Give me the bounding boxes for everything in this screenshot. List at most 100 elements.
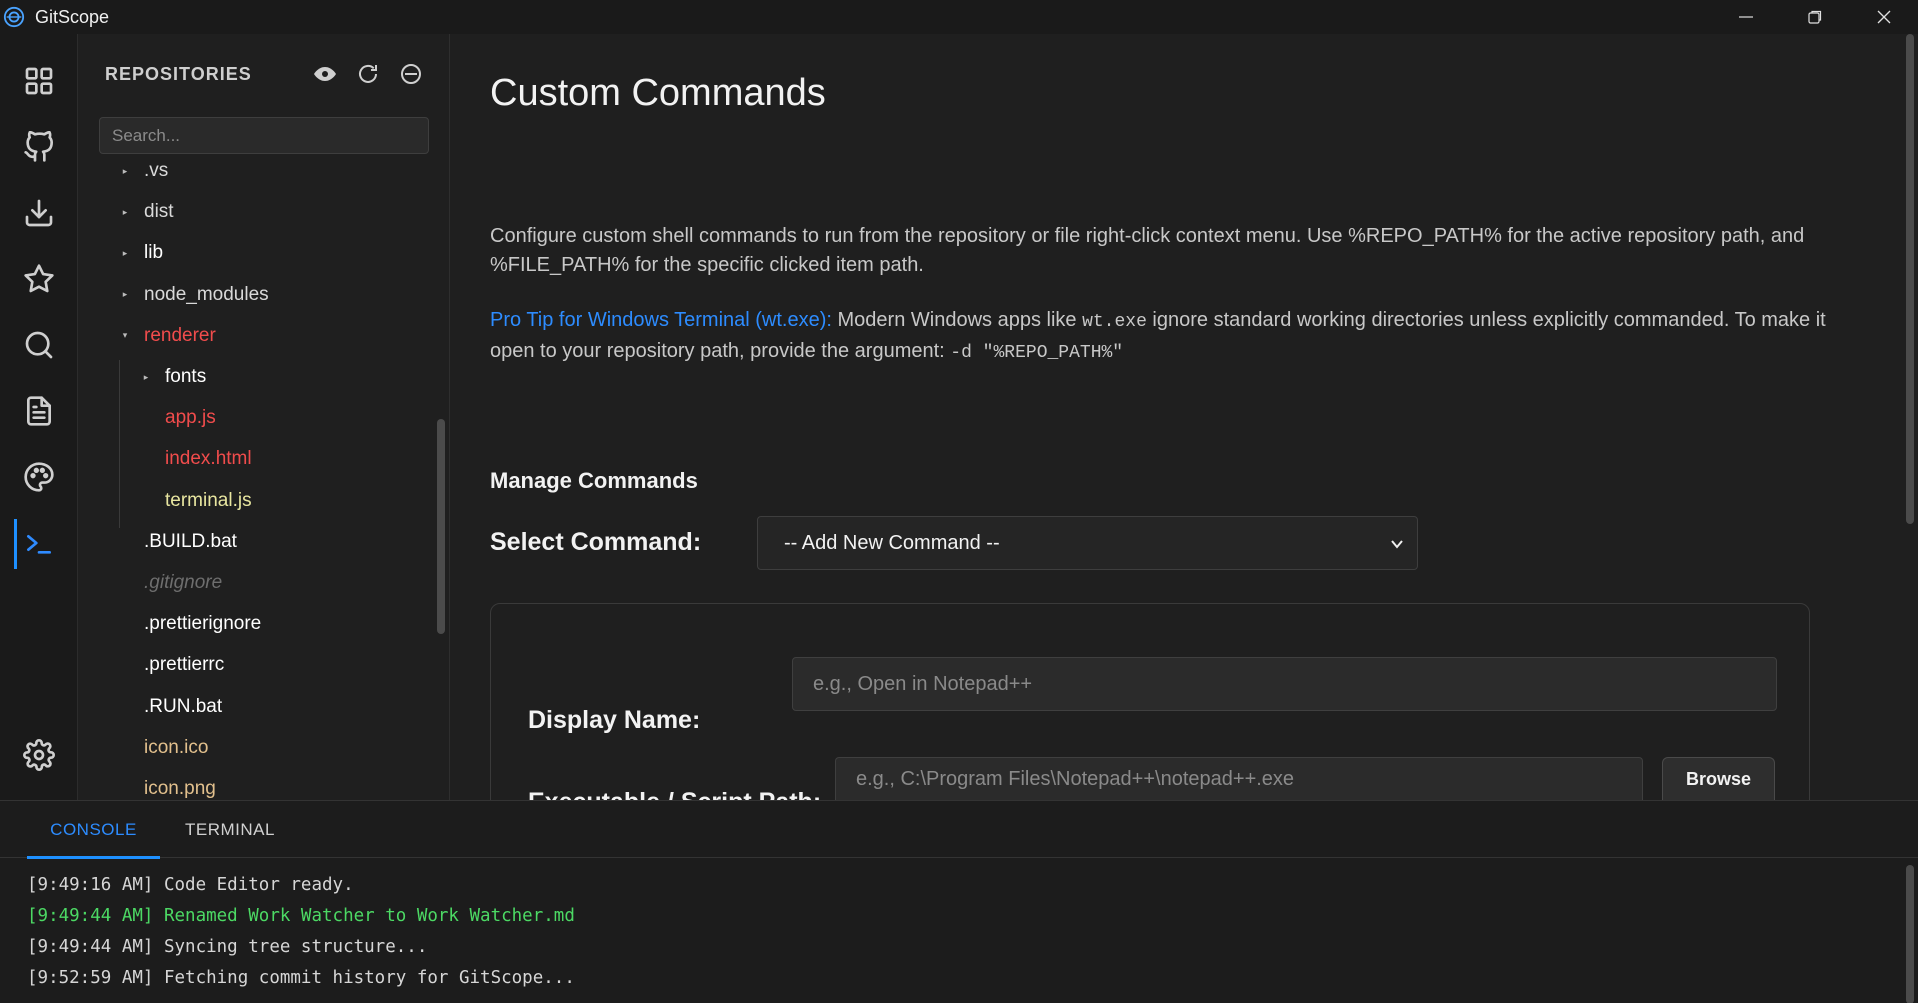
- tree-indent-guide: [119, 360, 120, 528]
- terminal-icon: [27, 535, 51, 554]
- page-title: Custom Commands: [490, 72, 826, 114]
- close-icon: [1877, 10, 1890, 24]
- window-controls: [1711, 0, 1918, 34]
- tree-file[interactable]: terminal.js: [138, 482, 252, 520]
- manage-commands-heading: Manage Commands: [490, 468, 698, 493]
- activity-document[interactable]: [0, 382, 78, 440]
- tree-file[interactable]: .gitignore: [117, 564, 222, 602]
- tree-item-label: icon.png: [144, 778, 216, 799]
- refresh-icon: [359, 64, 377, 83]
- minimize-button[interactable]: [1711, 0, 1780, 34]
- activity-themes[interactable]: [0, 448, 78, 506]
- tree-folder[interactable]: ▸ dist: [117, 193, 174, 231]
- caret-right-icon[interactable]: ▸: [138, 372, 154, 383]
- tree-item-label: .prettierrc: [144, 654, 225, 676]
- close-button[interactable]: [1849, 0, 1918, 34]
- download-icon: [25, 199, 53, 227]
- tree-item-label: node_modules: [144, 283, 269, 305]
- caret-right-icon[interactable]: ▸: [117, 248, 133, 259]
- gear-icon: [23, 739, 55, 771]
- tree-file[interactable]: .RUN.bat: [117, 688, 222, 726]
- pro-tip: Pro Tip for Windows Terminal (wt.exe): M…: [490, 306, 1870, 368]
- tree-file[interactable]: app.js: [138, 399, 216, 437]
- main-scrollbar[interactable]: [1906, 34, 1914, 524]
- tree-item-label: .BUILD.bat: [144, 530, 237, 552]
- activity-settings[interactable]: [0, 726, 78, 784]
- console-log-line: [9:52:59 AM] Fetching commit history for…: [27, 968, 575, 988]
- tree-item-label: dist: [144, 201, 174, 223]
- tree-item-label: app.js: [165, 407, 216, 429]
- tree-file[interactable]: .prettierignore: [117, 605, 261, 643]
- app-logo-icon: [3, 6, 25, 28]
- tree-folder[interactable]: ▸ .vs: [117, 162, 169, 190]
- pro-tip-code-2: -d "%REPO_PATH%": [950, 343, 1124, 363]
- collapse-all-button[interactable]: [397, 60, 425, 88]
- sidebar-title: REPOSITORIES: [105, 64, 252, 84]
- title-bar: GitScope: [0, 0, 1918, 34]
- tree-file[interactable]: icon.ico: [117, 729, 208, 767]
- console-log-line: [9:49:44 AM] Renamed Work Watcher to Wor…: [27, 906, 575, 926]
- collapse-icon: [401, 64, 421, 84]
- tree-folder[interactable]: ▸ lib: [117, 234, 163, 272]
- activity-terminal[interactable]: [0, 514, 78, 572]
- eye-icon: [314, 67, 336, 81]
- pro-tip-text-1: Modern Windows apps like: [831, 309, 1083, 331]
- activity-github[interactable]: [0, 118, 78, 176]
- file-text-icon: [27, 396, 51, 426]
- tab-console[interactable]: CONSOLE: [27, 801, 160, 859]
- palette-icon: [24, 462, 54, 492]
- caret-down-icon[interactable]: ▾: [117, 330, 133, 341]
- tree-file[interactable]: .prettierrc: [117, 646, 224, 684]
- display-name-input[interactable]: [792, 657, 1777, 711]
- grid-icon: [25, 67, 53, 95]
- caret-right-icon[interactable]: ▸: [117, 207, 133, 218]
- tree-file[interactable]: .BUILD.bat: [117, 523, 237, 561]
- script-path-input[interactable]: [835, 757, 1643, 800]
- restore-icon: [1807, 10, 1821, 24]
- caret-right-icon[interactable]: ▸: [117, 166, 133, 177]
- tree-file[interactable]: icon.png: [117, 770, 216, 800]
- repository-search-input[interactable]: [99, 117, 429, 154]
- tree-item-label: icon.ico: [144, 736, 209, 758]
- panel-tabs: CONSOLE TERMINAL: [0, 801, 1918, 859]
- tab-terminal[interactable]: TERMINAL: [172, 801, 288, 858]
- tree-folder[interactable]: ▸ node_modules: [117, 276, 269, 314]
- repositories-sidebar: REPOSITORIES ▸ .vs ▸ dist ▸ lib ▸ node_modules ▾…: [79, 34, 450, 800]
- toggle-visibility-button[interactable]: [311, 60, 339, 88]
- star-icon: [24, 264, 54, 293]
- console-scrollbar[interactable]: [1906, 865, 1914, 1003]
- console-log-line: [9:49:16 AM] Code Editor ready.: [27, 875, 354, 895]
- page-description: Configure custom shell commands to run f…: [490, 225, 1805, 276]
- tree-item-label: terminal.js: [165, 489, 252, 511]
- tree-file[interactable]: index.html: [138, 440, 252, 478]
- tree-item-label: fonts: [165, 366, 207, 387]
- activity-search[interactable]: [0, 316, 78, 374]
- select-command-label: Select Command:: [490, 528, 702, 556]
- refresh-button[interactable]: [354, 60, 382, 88]
- tree-item-label: .gitignore: [144, 572, 223, 593]
- github-icon: [24, 131, 53, 162]
- activity-download[interactable]: [0, 184, 78, 242]
- select-command-dropdown[interactable]: -- Add New Command --: [757, 516, 1418, 570]
- activity-favorites[interactable]: [0, 250, 78, 308]
- display-name-label: Display Name:: [528, 706, 701, 734]
- activity-dashboard[interactable]: [0, 52, 78, 110]
- app-title: GitScope: [35, 6, 110, 27]
- bottom-panel: CONSOLE TERMINAL [9:49:16 AM] Code Edito…: [0, 800, 1918, 1003]
- search-icon: [25, 331, 53, 359]
- caret-right-icon[interactable]: ▸: [117, 289, 133, 300]
- browse-button[interactable]: Browse: [1662, 757, 1775, 800]
- tree-folder[interactable]: ▸ fonts: [138, 358, 206, 396]
- console-log-line: [9:49:44 AM] Syncing tree structure...: [27, 937, 428, 957]
- sidebar-toolbar: [311, 60, 425, 88]
- tree-folder[interactable]: ▾ renderer: [117, 317, 216, 355]
- activity-bar: [0, 34, 78, 800]
- repository-tree: ▸ .vs ▸ dist ▸ lib ▸ node_modules ▾ renderer ▸ font…: [79, 162, 439, 800]
- minimize-icon: [1738, 16, 1753, 18]
- chevron-down-icon: [1391, 540, 1403, 549]
- pro-tip-label: Pro Tip for Windows Terminal (wt.exe):: [490, 309, 832, 331]
- restore-button[interactable]: [1780, 0, 1849, 34]
- sidebar-scrollbar[interactable]: [437, 419, 445, 634]
- tree-item-label: index.html: [165, 448, 252, 470]
- pro-tip-code-1: wt.exe: [1082, 312, 1147, 332]
